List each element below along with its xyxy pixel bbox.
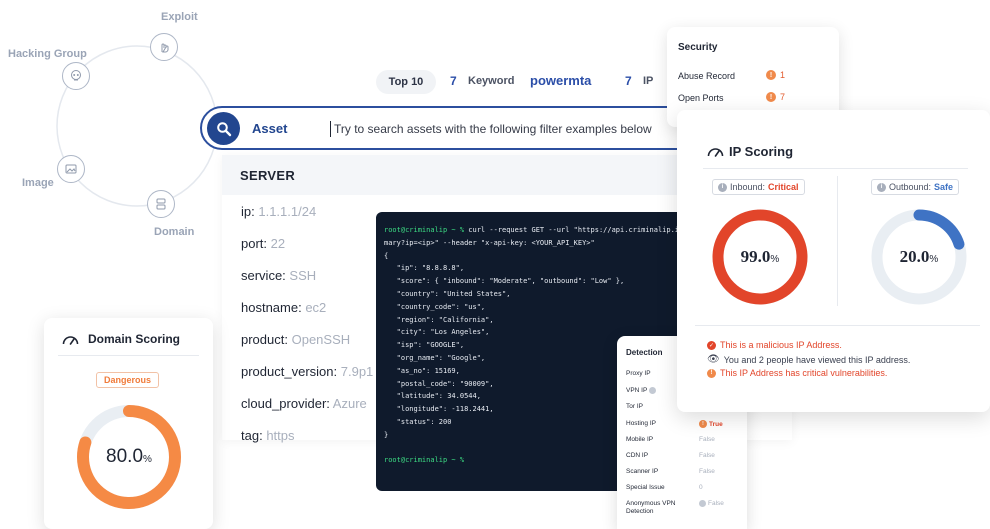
server-stack-icon[interactable] [147, 190, 175, 218]
speedometer-icon [62, 336, 79, 345]
ip-scoring-card: IP Scoring i Inbound: Critical i Outboun… [677, 110, 990, 412]
outbound-score: 20.0% [899, 247, 939, 266]
detection-row-label: CDN IP [626, 452, 649, 459]
divider [837, 176, 838, 306]
detection-row-value: 0 [699, 484, 703, 491]
detection-row-value: False [699, 500, 724, 507]
warning-icon: ! [766, 92, 776, 102]
security-title: Security [678, 42, 718, 53]
warning-icon: ! [699, 420, 707, 428]
detection-row-label: Mobile IP [626, 436, 654, 443]
info-icon: i [718, 182, 727, 192]
terminal-line: "score": { "inbound": "Moderate", "outbo… [384, 277, 625, 286]
malicious-note: ✓ This is a malicious IP Address. [707, 340, 842, 350]
keyword-count: 7 [450, 74, 457, 88]
check-icon: ✓ [707, 340, 716, 350]
server-row-service: service: SSH [241, 268, 317, 283]
divider [58, 355, 199, 356]
terminal-line: "country_code": "us", [384, 302, 486, 311]
abuse-record-value: ! 1 [766, 70, 785, 80]
detection-row-label: Special Issue [626, 484, 665, 491]
stage: Exploit Hacking Group Image Domain Top 1… [0, 0, 990, 529]
detection-row-value: False [699, 452, 715, 459]
open-ports-label: Open Ports [678, 93, 724, 103]
server-row-tag: tag: https [241, 428, 295, 443]
warning-icon: ! [707, 368, 716, 378]
terminal-line: "country": "United States", [384, 289, 511, 298]
orbit-label-hacking-group: Hacking Group [8, 48, 87, 60]
detection-row-value: False [699, 468, 715, 475]
divider [695, 325, 980, 326]
terminal-line: "region": "California", [384, 315, 494, 324]
orbit-label-domain: Domain [154, 226, 195, 238]
abuse-record-label: Abuse Record [678, 71, 736, 81]
keyword-value-link[interactable]: powermta [530, 73, 591, 88]
detection-row-value: False [699, 436, 715, 443]
search-button[interactable] [207, 112, 240, 145]
eye-icon: 👁 [707, 354, 720, 365]
orbit-label-exploit: Exploit [161, 11, 198, 23]
server-row-hostname: hostname: ec2 [241, 300, 327, 315]
outbound-status: Safe [934, 182, 954, 192]
search-cursor [330, 121, 331, 137]
terminal-line: mary?ip=<ip>" --header "x-api-key: <YOUR… [384, 238, 595, 247]
image-icon[interactable] [57, 155, 85, 183]
server-row-port: port: 22 [241, 236, 286, 251]
keyword-label: Keyword [468, 75, 515, 87]
info-icon [649, 387, 657, 394]
speedometer-icon [707, 148, 724, 157]
server-row-cloud-provider: cloud_provider: Azure [241, 396, 367, 411]
hosting-ip-value: ! True [699, 420, 723, 428]
server-row-ip: ip: 1.1.1.1/24 [241, 204, 317, 219]
dangerous-badge: Dangerous [96, 372, 159, 388]
hand-pointer-icon[interactable] [150, 33, 178, 61]
detection-row-label: Scanner IP [626, 468, 659, 475]
detection-row-label: Anonymous VPN Detection [626, 500, 676, 515]
divider [703, 168, 968, 169]
search-category[interactable]: Asset [252, 121, 287, 136]
asset-search-bar[interactable]: Asset [200, 106, 700, 150]
detection-title: Detection [626, 348, 663, 357]
search-input[interactable] [334, 118, 674, 140]
terminal-line: "ip": "8.8.8.8", [384, 264, 465, 273]
orbit-label-image: Image [22, 177, 54, 189]
views-note: 👁 You and 2 people have viewed this IP ad… [707, 354, 911, 365]
detection-row-label: Hosting IP [626, 420, 656, 427]
magnifier-icon [216, 121, 231, 136]
inbound-score: 99.0% [740, 247, 780, 266]
terminal-line: root@criminalip ~ % curl --request GET -… [384, 226, 684, 234]
terminal-line: { [384, 251, 389, 260]
domain-scoring-title: Domain Scoring [88, 332, 181, 346]
outbound-pill: i Outbound: Safe [871, 179, 960, 195]
server-row-product: product: OpenSSH [241, 332, 351, 347]
info-icon [699, 500, 706, 507]
warning-icon: ! [766, 70, 776, 80]
info-icon: i [877, 182, 886, 192]
ip-scoring-title: IP Scoring [729, 144, 794, 159]
inbound-status: Critical [768, 182, 799, 192]
ip-label: IP [643, 75, 654, 87]
open-ports-value: ! 7 [766, 92, 785, 102]
skull-icon[interactable] [62, 62, 90, 90]
vulnerability-note: ! This IP Address has critical vulnerabil… [707, 368, 887, 378]
inbound-pill: i Inbound: Critical [712, 179, 805, 195]
domain-scoring-card: Domain Scoring Dangerous 80.0% [44, 318, 213, 529]
domain-score: 80.0% [106, 446, 152, 467]
ip-count: 7 [625, 74, 632, 88]
server-row-product-version: product_version: 7.9p1 [241, 364, 374, 379]
top10-chip[interactable]: Top 10 [376, 70, 436, 94]
